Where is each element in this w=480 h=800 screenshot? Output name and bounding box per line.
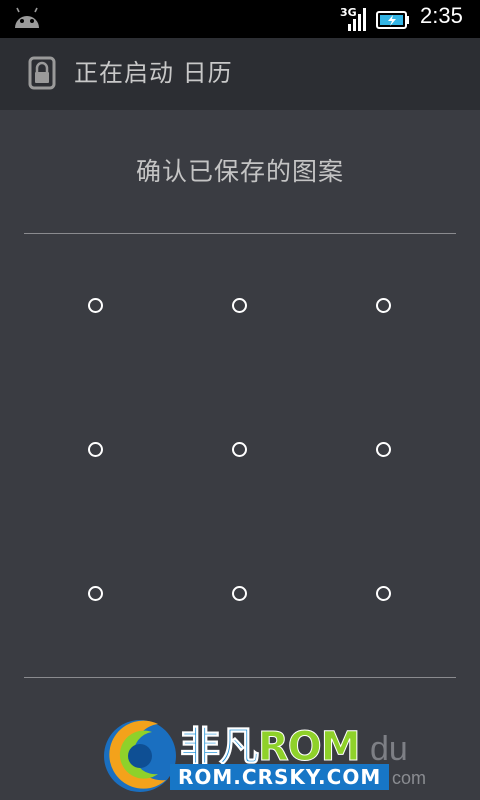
android-icon bbox=[15, 7, 39, 28]
watermark-com-text: com bbox=[392, 768, 427, 788]
signal-icon: 3G bbox=[340, 6, 368, 32]
pattern-grid[interactable] bbox=[0, 234, 480, 677]
title-bar: 正在启动 日历 bbox=[0, 38, 480, 110]
watermark: 非凡ROM du ROM.CRSKY.COM com bbox=[100, 706, 430, 800]
page-title: 正在启动 日历 bbox=[74, 59, 233, 87]
pattern-dot-6[interactable] bbox=[376, 442, 391, 457]
pattern-dot-9[interactable] bbox=[376, 586, 391, 601]
pattern-dot-8[interactable] bbox=[232, 586, 247, 601]
pattern-dot-2[interactable] bbox=[232, 298, 247, 313]
pattern-dot-3[interactable] bbox=[376, 298, 391, 313]
pattern-dot-5[interactable] bbox=[232, 442, 247, 457]
bottom-divider bbox=[24, 677, 456, 678]
pattern-prompt: 确认已保存的图案 bbox=[135, 157, 344, 186]
status-time: 2:35 bbox=[420, 3, 463, 28]
lock-icon bbox=[28, 56, 56, 90]
battery-charging-icon bbox=[376, 11, 409, 29]
watermark-logo-icon bbox=[104, 720, 176, 792]
watermark-url: ROM.CRSKY.COM bbox=[170, 764, 390, 790]
status-bar: 3G 2:35 bbox=[0, 0, 480, 38]
pattern-dot-7[interactable] bbox=[88, 586, 103, 601]
pattern-dot-1[interactable] bbox=[88, 298, 103, 313]
pattern-dot-4[interactable] bbox=[88, 442, 103, 457]
